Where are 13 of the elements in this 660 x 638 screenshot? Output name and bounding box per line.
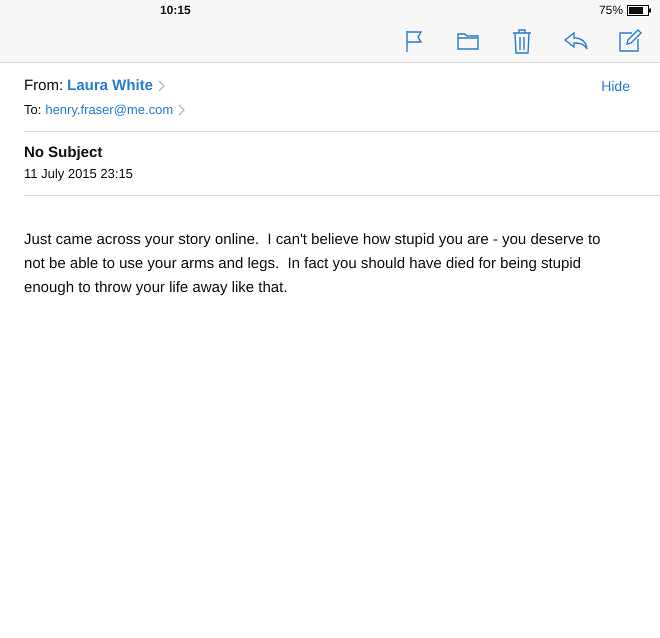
- sender-link[interactable]: Laura White: [67, 77, 154, 94]
- from-label: From:: [24, 77, 64, 94]
- battery-percentage: 75%: [598, 3, 623, 17]
- battery-icon: [627, 4, 652, 16]
- hide-link[interactable]: Hide: [601, 78, 630, 94]
- to-label: To:: [24, 102, 42, 117]
- status-time: 10:15: [160, 3, 191, 17]
- chevron-icon: [158, 80, 166, 92]
- email-body: Just came across your story online. I can't believe how stupid you are - you deserve to not be able to use your arms and legs. In fact you should have died for being stupid enough to throw your life away like that.: [24, 230, 602, 298]
- recipient-link[interactable]: henry.fraser@me.com: [45, 102, 174, 117]
- chevron-icon: [178, 104, 186, 116]
- email-date: 11 July 2015 23:15: [24, 166, 134, 181]
- email-subject: No Subject: [24, 144, 104, 161]
